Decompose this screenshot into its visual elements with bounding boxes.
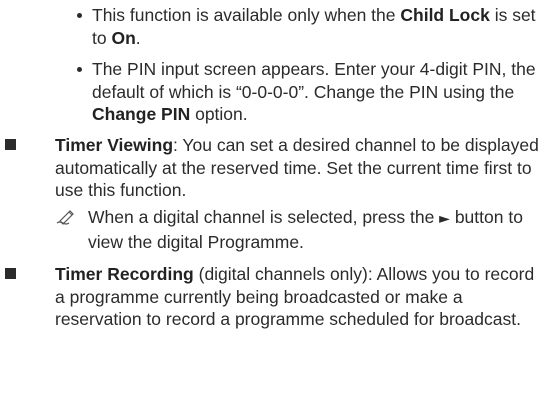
pencil-note-icon: [56, 210, 74, 225]
bullet-item-child-lock: This function is available only when the…: [75, 4, 553, 49]
bullet-item-pin: The PIN input screen appears. Enter your…: [75, 58, 553, 126]
square-bullet: [5, 268, 16, 279]
bold-term: Timer Recording: [55, 264, 194, 284]
text-run: When a digital channel is selected, pres…: [88, 207, 440, 227]
note-text: When a digital channel is selected, pres…: [88, 206, 545, 253]
play-arrow-icon: ►: [439, 211, 450, 227]
section-timer-recording: Timer Recording (digital channels only):…: [5, 263, 545, 331]
section-text: Timer Recording (digital channels only):…: [55, 263, 545, 331]
bold-term: Child Lock: [400, 5, 490, 25]
bold-term: On: [111, 27, 136, 48]
bold-term: Change PIN: [92, 104, 191, 125]
section-timer-viewing: Timer Viewing: You can set a desired cha…: [5, 134, 545, 202]
section-text: Timer Viewing: You can set a desired cha…: [55, 134, 545, 202]
note-digital-channel: When a digital channel is selected, pres…: [55, 206, 545, 253]
text-run: The PIN input screen appears. Enter your…: [92, 59, 536, 102]
bullet-text: This function is available only when the…: [92, 4, 553, 49]
bold-term: Timer Viewing: [55, 135, 174, 155]
text-run: .: [135, 27, 141, 48]
manual-page: This function is available only when the…: [0, 0, 555, 397]
text-run: option.: [190, 104, 248, 125]
bullet-text: The PIN input screen appears. Enter your…: [92, 58, 553, 126]
square-bullet: [5, 139, 16, 150]
text-run: This function is available only when the: [92, 5, 401, 25]
